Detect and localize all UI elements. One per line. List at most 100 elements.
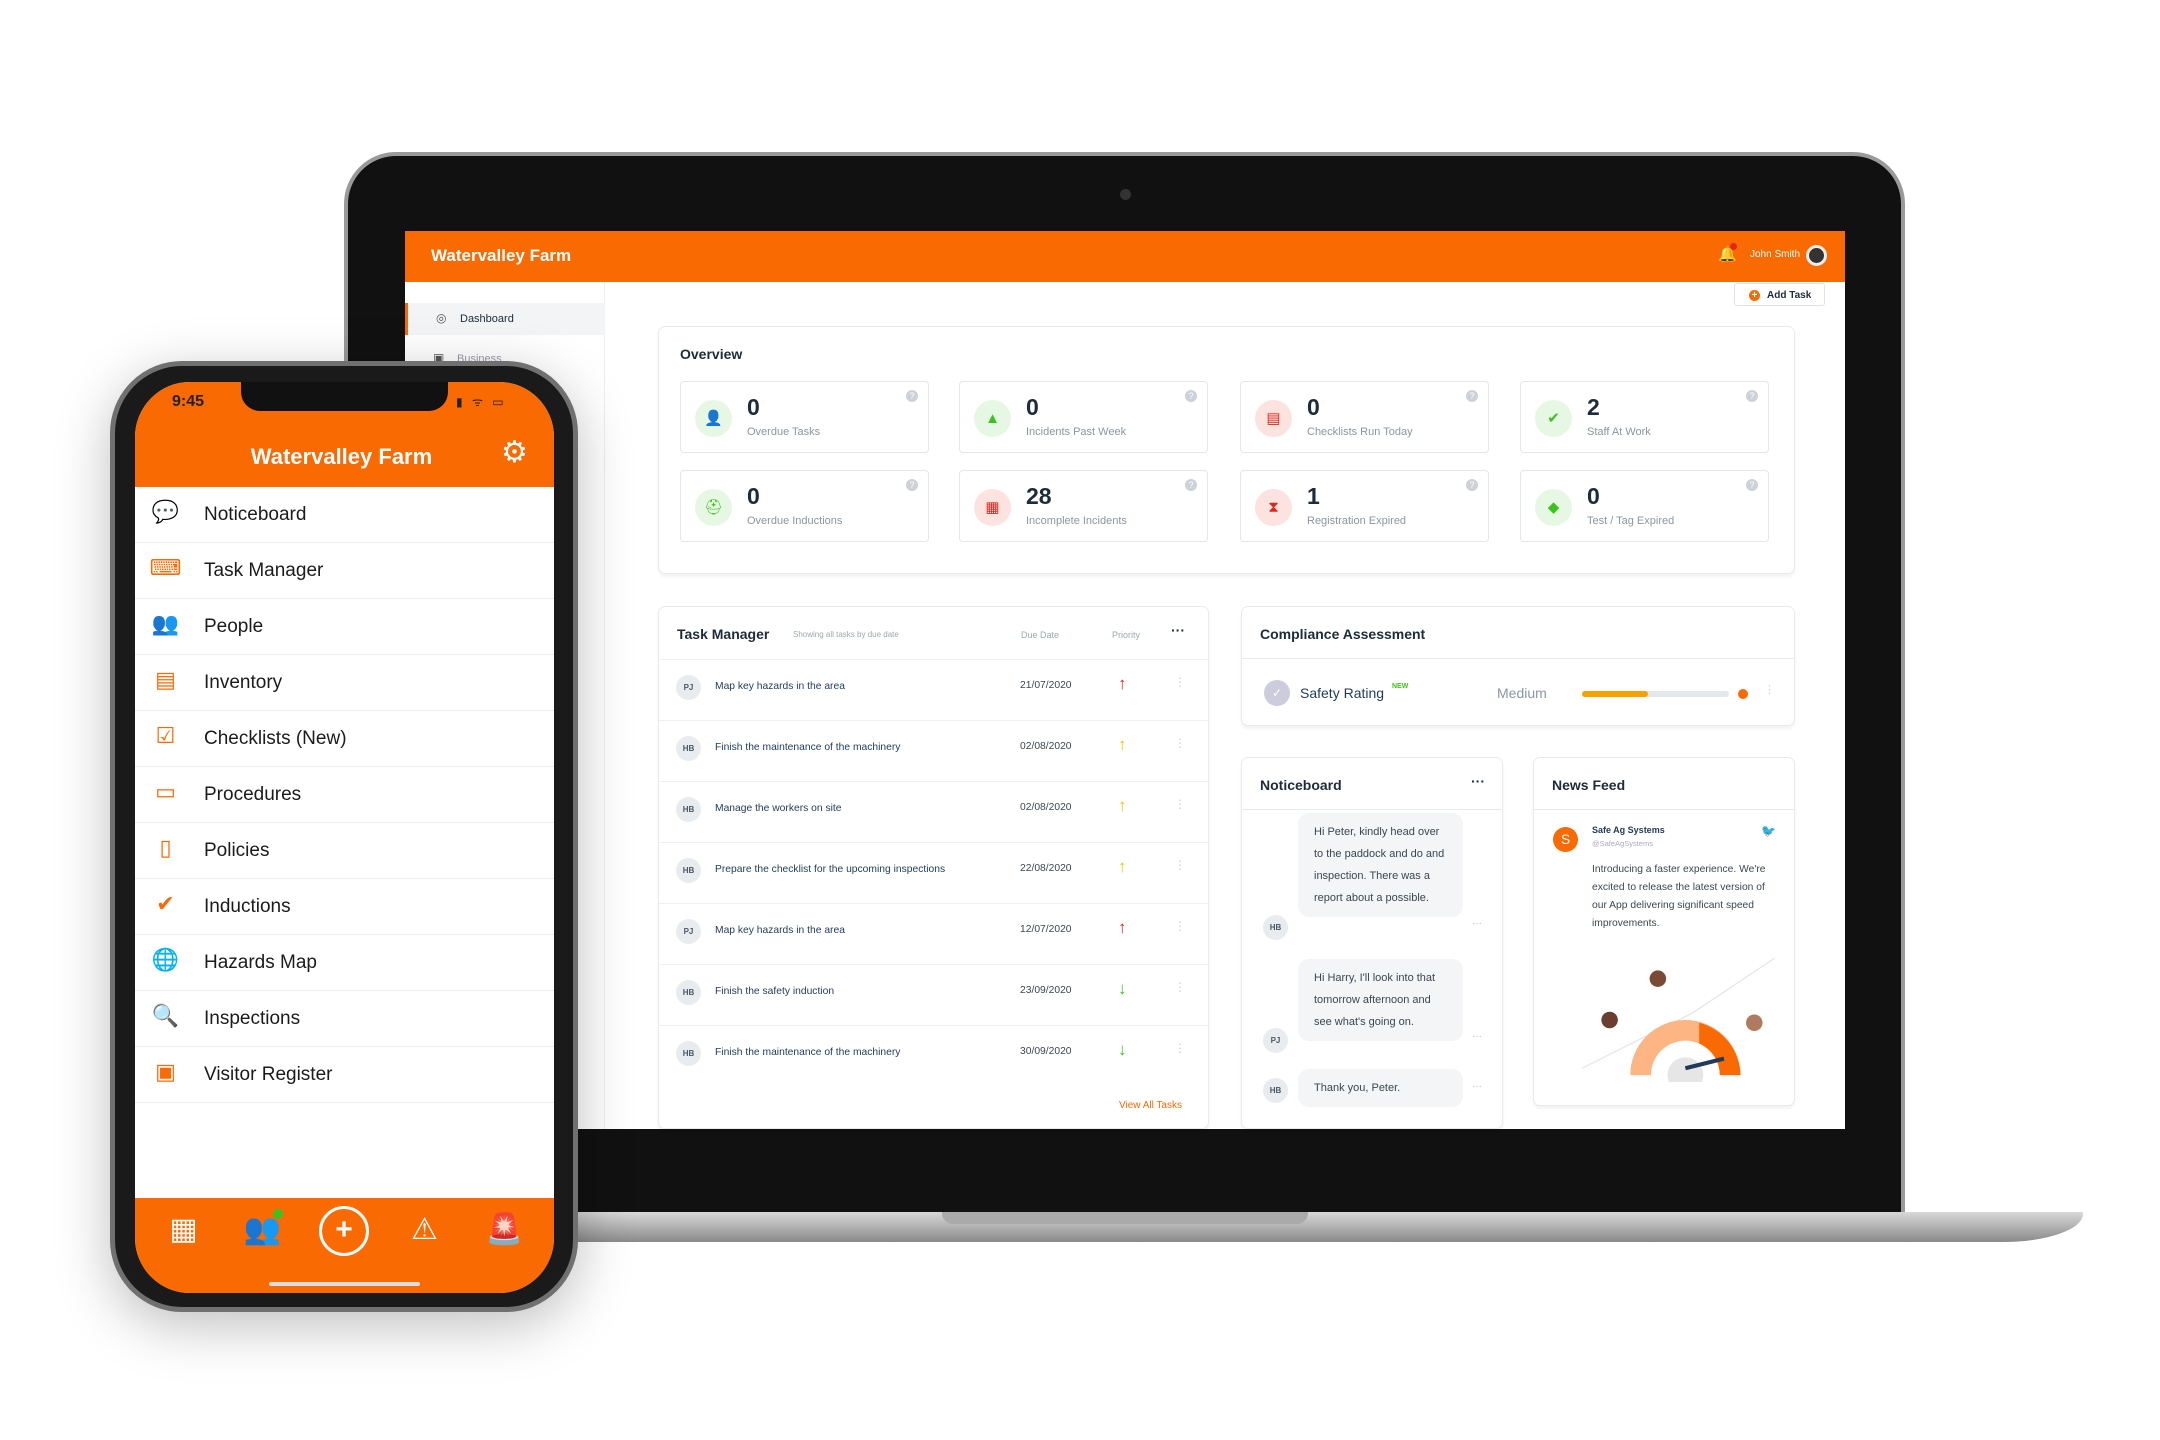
task-name[interactable]: Finish the safety induction [715, 986, 834, 997]
kebab-menu-icon[interactable]: ⋮ [1174, 675, 1186, 689]
stat-card[interactable]: ▦ 28 Incomplete Incidents ? [959, 470, 1208, 542]
menu-item[interactable]: ▯ Policies [135, 823, 554, 879]
avatar: HB [676, 736, 701, 761]
stat-value: 2 [1587, 394, 1600, 420]
stat-value: 0 [747, 394, 760, 420]
safety-level: Medium [1497, 685, 1547, 701]
stat-card[interactable]: ▲ 0 Incidents Past Week ? [959, 381, 1208, 453]
menu-item[interactable]: 💬 Noticeboard [135, 487, 554, 543]
kebab-menu-icon[interactable]: ⋮ [1174, 797, 1186, 811]
document-icon: ▯ [159, 835, 172, 860]
noticeboard-card: Noticeboard ··· Hi Peter, kindly head ov… [1241, 757, 1503, 1129]
due-date: 02/08/2020 [1020, 741, 1072, 752]
due-date: 02/08/2020 [1020, 802, 1072, 813]
table-row[interactable]: PJ Map key hazards in the area 12/07/202… [659, 903, 1208, 964]
stat-label: Incidents Past Week [1026, 426, 1127, 438]
menu-item[interactable]: 🌐 Hazards Map [135, 935, 554, 991]
table-row[interactable]: HB Finish the maintenance of the machine… [659, 1025, 1208, 1086]
siren-icon[interactable]: 🚨 [477, 1212, 532, 1247]
news-feed-card: News Feed S Safe Ag Systems @SafeAgSyste… [1533, 757, 1795, 1106]
task-icon: ⌨ [149, 555, 182, 580]
stat-value: 0 [1307, 394, 1320, 420]
task-name[interactable]: Map key hazards in the area [715, 681, 845, 692]
gear-icon[interactable]: ⚙ [501, 435, 528, 470]
priority-high-arrow-icon: ↑ [1118, 674, 1127, 693]
stat-card[interactable]: ◆ 0 Test / Tag Expired ? [1520, 470, 1769, 542]
avatar[interactable] [1806, 245, 1827, 266]
kebab-menu-icon[interactable]: ⋮ [1174, 858, 1186, 872]
menu-item[interactable]: 👥 People [135, 599, 554, 655]
menu-item[interactable]: ✔ Inductions [135, 879, 554, 935]
plus-icon: + [1749, 290, 1760, 301]
table-row[interactable]: HB Prepare the checklist for the upcomin… [659, 842, 1208, 903]
task-name[interactable]: Prepare the checklist for the upcoming i… [715, 864, 945, 875]
help-icon[interactable]: ? [906, 479, 918, 491]
more-icon[interactable]: ··· [1472, 1081, 1482, 1092]
info-icon[interactable] [1738, 689, 1748, 699]
help-icon[interactable]: ? [1185, 479, 1197, 491]
stat-card[interactable]: ✔ 2 Staff At Work ? [1520, 381, 1769, 453]
user-clock-icon: 👤 [695, 400, 732, 437]
add-task-button[interactable]: + Add Task [1734, 283, 1825, 306]
more-icon[interactable]: ··· [1472, 1031, 1482, 1042]
task-name[interactable]: Manage the workers on site [715, 803, 842, 814]
magnify-icon: 🔍 [151, 1003, 180, 1028]
priority-low-arrow-icon: ↓ [1118, 979, 1127, 998]
check-circle-icon: ✔ [156, 891, 175, 916]
menu-item[interactable]: ☑ Checklists (New) [135, 711, 554, 767]
sidebar-item-dashboard[interactable]: ◎ Dashboard [405, 303, 605, 335]
due-date-header[interactable]: Due Date [1021, 630, 1059, 640]
help-icon[interactable]: ? [1746, 390, 1758, 402]
stat-card[interactable]: ▤ 0 Checklists Run Today ? [1240, 381, 1489, 453]
stat-card[interactable]: ⧗ 1 Registration Expired ? [1240, 470, 1489, 542]
priority-medium-arrow-icon: ↑ [1118, 796, 1127, 815]
priority-header[interactable]: Priority [1112, 630, 1140, 640]
calendar-icon: ▦ [974, 489, 1011, 526]
table-row[interactable]: HB Manage the workers on site 02/08/2020… [659, 781, 1208, 842]
web-dashboard: Watervalley Farm 🔔 John Smith ◎ Dashboar… [405, 231, 1845, 1129]
kebab-menu-icon[interactable]: ⋮ [1174, 919, 1186, 933]
menu-item[interactable]: 🔍 Inspections [135, 991, 554, 1047]
task-name[interactable]: Map key hazards in the area [715, 925, 845, 936]
due-date: 23/09/2020 [1020, 985, 1072, 996]
chat-icon: 💬 [151, 499, 180, 524]
help-icon[interactable]: ? [906, 390, 918, 402]
kebab-menu-icon[interactable]: ⋮ [1764, 683, 1775, 696]
stat-card[interactable]: ⛑ 0 Overdue Inductions ? [680, 470, 929, 542]
table-row[interactable]: HB Finish the maintenance of the machine… [659, 720, 1208, 781]
menu-item-label: Inventory [204, 672, 283, 693]
menu-item[interactable]: ▣ Visitor Register [135, 1047, 554, 1103]
table-row[interactable]: HB Finish the safety induction 23/09/202… [659, 964, 1208, 1025]
view-all-tasks-link[interactable]: View All Tasks [1119, 1100, 1182, 1111]
add-icon[interactable]: + [319, 1206, 369, 1256]
help-icon[interactable]: ? [1466, 479, 1478, 491]
task-name[interactable]: Finish the maintenance of the machinery [715, 1047, 900, 1058]
news-author[interactable]: Safe Ag Systems [1592, 825, 1665, 835]
help-icon[interactable]: ? [1466, 390, 1478, 402]
kebab-menu-icon[interactable]: ⋮ [1174, 1041, 1186, 1055]
menu-item[interactable]: ⌨ Task Manager [135, 543, 554, 599]
message-bubble: Thank you, Peter. [1298, 1069, 1463, 1107]
user-name[interactable]: John Smith [1750, 249, 1800, 260]
qr-code-icon[interactable]: ▦ [156, 1212, 211, 1247]
book-icon: ▭ [155, 779, 176, 804]
warning-icon[interactable]: ⚠ [397, 1212, 452, 1247]
more-icon[interactable]: ··· [1171, 622, 1185, 638]
more-icon[interactable]: ··· [1471, 773, 1485, 789]
noticeboard-title: Noticeboard [1260, 777, 1342, 793]
safety-progress-bar [1582, 691, 1729, 697]
twitter-icon[interactable]: 🐦 [1761, 824, 1776, 838]
compliance-title: Compliance Assessment [1260, 626, 1426, 642]
task-name[interactable]: Finish the maintenance of the machinery [715, 742, 900, 753]
table-row[interactable]: PJ Map key hazards in the area 21/07/202… [659, 659, 1208, 720]
checklist-icon: ☑ [155, 723, 176, 748]
kebab-menu-icon[interactable]: ⋮ [1174, 736, 1186, 750]
stat-card[interactable]: 👤 0 Overdue Tasks ? [680, 381, 929, 453]
help-icon[interactable]: ? [1746, 479, 1758, 491]
kebab-menu-icon[interactable]: ⋮ [1174, 980, 1186, 994]
menu-item[interactable]: ▤ Inventory [135, 655, 554, 711]
more-icon[interactable]: ··· [1472, 918, 1482, 929]
help-icon[interactable]: ? [1185, 390, 1197, 402]
menu-item-label: Noticeboard [204, 504, 307, 525]
menu-item[interactable]: ▭ Procedures [135, 767, 554, 823]
